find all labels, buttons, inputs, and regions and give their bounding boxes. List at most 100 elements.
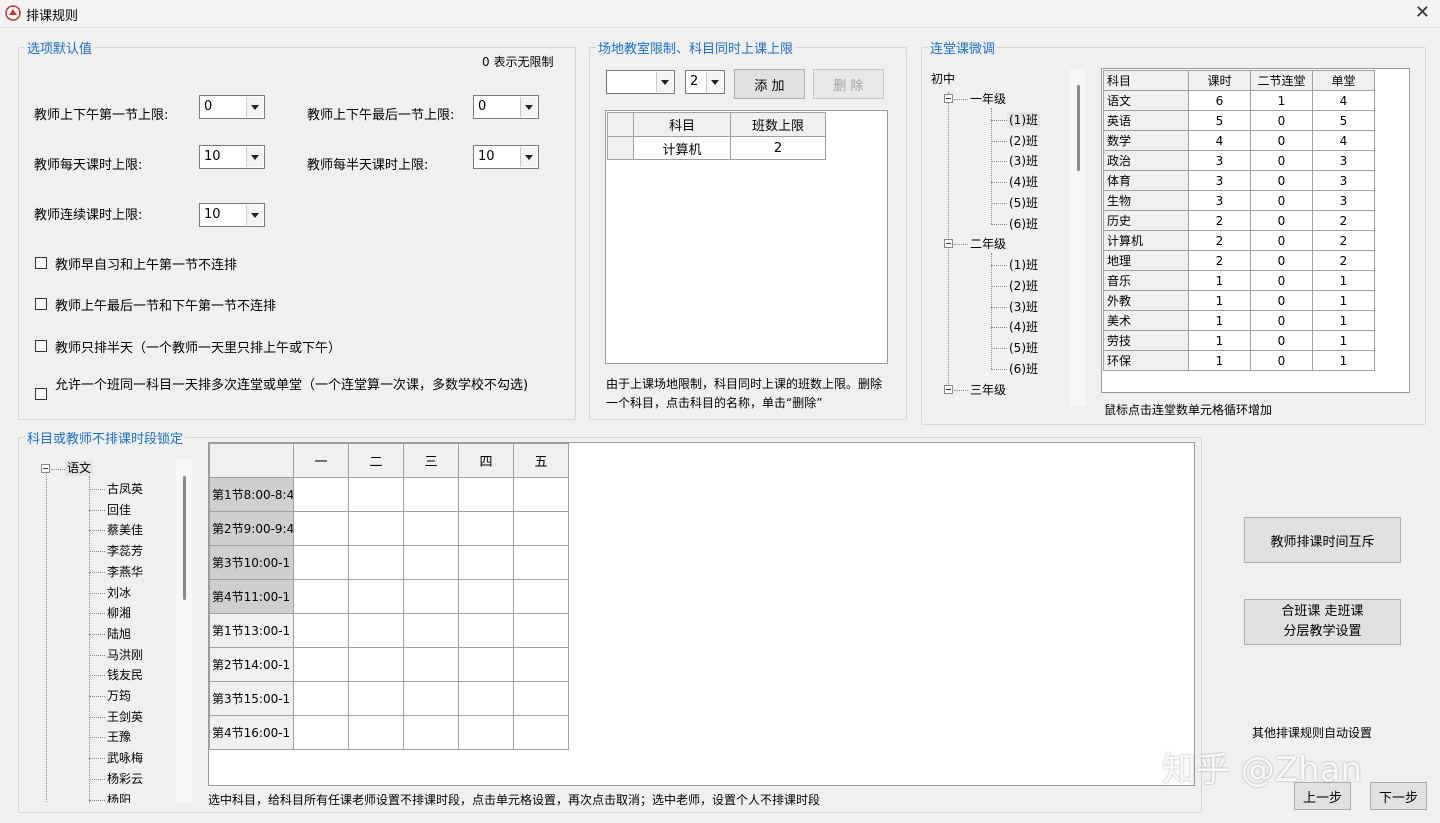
timetable-cell[interactable] [348, 647, 404, 682]
tree-teacher[interactable]: 蔡美佳 [105, 522, 145, 538]
timetable-cell[interactable] [403, 511, 459, 546]
period-header[interactable]: 第1节8:00-8:4 [209, 477, 294, 512]
timetable-cell[interactable] [458, 545, 514, 580]
last-period-limit-combo[interactable]: 0 [473, 95, 539, 119]
tree-grade-2[interactable]: 二年级 [968, 236, 1008, 252]
chevron-down-icon[interactable] [246, 97, 263, 117]
table-row[interactable]: 美术 1 0 1 [1103, 310, 1375, 331]
tree-class-2-4[interactable]: (4)班 [1007, 319, 1040, 335]
tree-teacher[interactable]: 王剑英 [105, 709, 145, 725]
tree-teacher[interactable]: 杨阳 [105, 792, 133, 804]
tree-root[interactable]: 初中 [929, 71, 957, 87]
table-row[interactable]: 数学 4 0 4 [1103, 130, 1375, 151]
tree-teacher[interactable]: 古凤英 [105, 481, 145, 497]
consec-cell-double[interactable]: 0 [1250, 150, 1313, 171]
scrollbar-thumb[interactable] [1077, 85, 1080, 171]
checkbox-half-day-only[interactable]: 教师只排半天（一个教师一天里只排上午或下午） [35, 337, 341, 356]
tree-class-2-6[interactable]: (6)班 [1007, 361, 1040, 377]
tree-teacher[interactable]: 柳湘 [105, 605, 133, 621]
table-row[interactable]: 计算机 2 0 2 [1103, 230, 1375, 251]
row-header[interactable] [607, 136, 634, 160]
venue-subject-combo[interactable] [606, 70, 675, 94]
consec-cell-double[interactable]: 0 [1250, 130, 1313, 151]
consec-cell-double[interactable]: 0 [1250, 330, 1313, 351]
tree-teacher[interactable]: 刘冰 [105, 585, 133, 601]
table-row[interactable]: 英语 5 0 5 [1103, 110, 1375, 131]
table-row[interactable]: 计算机 2 [607, 136, 826, 160]
timetable-cell[interactable] [348, 477, 404, 512]
collapse-icon[interactable] [944, 239, 953, 248]
consec-cell-double[interactable]: 0 [1250, 170, 1313, 191]
timetable-cell[interactable] [293, 511, 349, 546]
consec-cell-double[interactable]: 0 [1250, 270, 1313, 291]
checkbox[interactable] [35, 388, 47, 400]
period-header[interactable]: 第2节9:00-9:4 [209, 511, 294, 546]
tree-subject[interactable]: 语文 [65, 460, 94, 476]
tree-teacher[interactable]: 陆旭 [105, 626, 133, 642]
period-header[interactable]: 第4节11:00-1 [209, 579, 294, 614]
table-row[interactable]: 历史 2 0 2 [1103, 210, 1375, 231]
timetable-cell[interactable] [403, 681, 459, 716]
timetable-cell[interactable] [348, 613, 404, 648]
timetable-cell[interactable] [513, 579, 569, 614]
timetable-cell[interactable] [403, 647, 459, 682]
daily-limit-combo[interactable]: 10 [199, 145, 265, 169]
tree-class-1-1[interactable]: (1)班 [1007, 112, 1040, 128]
timetable-cell[interactable] [513, 715, 569, 750]
timetable-cell[interactable] [513, 613, 569, 648]
table-row[interactable]: 体育 3 0 3 [1103, 170, 1375, 191]
tree-class-1-6[interactable]: (6)班 [1007, 216, 1040, 232]
consecutive-limit-combo[interactable]: 10 [199, 203, 265, 227]
consec-cell-double[interactable]: 0 [1250, 310, 1313, 331]
timetable-cell[interactable] [403, 613, 459, 648]
teacher-mutual-exclusion-button[interactable]: 教师排课时间互斥 [1244, 517, 1401, 563]
checkbox-no-consec-noon[interactable]: 教师上午最后一节和下午第一节不连排 [35, 295, 276, 314]
tree-teacher[interactable]: 钱友民 [105, 667, 145, 683]
class-tree[interactable]: 初中 一年级 (1)班 (2)班 (3)班 (4)班 (5)班 (6)班 二年级… [928, 68, 1088, 406]
scrollbar-thumb[interactable] [183, 476, 186, 600]
next-step-button[interactable]: 下一步 [1370, 782, 1427, 810]
chevron-down-icon[interactable] [246, 205, 263, 225]
table-row[interactable]: 音乐 1 0 1 [1103, 270, 1375, 291]
consec-cell-double[interactable]: 0 [1250, 250, 1313, 271]
timetable-cell[interactable] [293, 613, 349, 648]
chevron-down-icon[interactable] [656, 72, 673, 92]
tree-grade-1[interactable]: 一年级 [968, 91, 1008, 107]
checkbox[interactable] [35, 257, 47, 269]
timetable-cell[interactable] [403, 579, 459, 614]
first-period-limit-combo[interactable]: 0 [199, 95, 265, 119]
consec-cell-double[interactable]: 0 [1250, 230, 1313, 251]
timetable-cell[interactable] [458, 579, 514, 614]
timetable-cell[interactable] [513, 681, 569, 716]
collapse-icon[interactable] [944, 385, 953, 394]
period-header[interactable]: 第2节14:00-1 [209, 647, 294, 682]
table-row[interactable]: 外教 1 0 1 [1103, 290, 1375, 311]
timetable-cell[interactable] [348, 715, 404, 750]
timetable-cell[interactable] [348, 511, 404, 546]
checkbox-no-consec-morning[interactable]: 教师早自习和上午第一节不连排 [35, 254, 237, 273]
timetable-cell[interactable] [458, 477, 514, 512]
table-row[interactable]: 生物 3 0 3 [1103, 190, 1375, 211]
consec-cell-double[interactable]: 0 [1250, 210, 1313, 231]
timetable-cell[interactable] [458, 681, 514, 716]
collapse-icon[interactable] [41, 464, 50, 473]
timetable-cell[interactable] [348, 545, 404, 580]
tree-teacher[interactable]: 杨彩云 [105, 771, 145, 787]
consec-cell-double[interactable]: 0 [1250, 350, 1313, 371]
timetable-cell[interactable] [513, 545, 569, 580]
consec-cell-double[interactable]: 0 [1250, 190, 1313, 211]
checkbox-allow-multi[interactable]: 允许一个班同一科目一天排多次连堂或单堂（一个连堂算一次课，多数学校不勾选) [35, 376, 555, 400]
timetable-cell[interactable] [458, 647, 514, 682]
tree-teacher[interactable]: 回佳 [105, 502, 133, 518]
tree-class-2-1[interactable]: (1)班 [1007, 257, 1040, 273]
timetable-cell[interactable] [458, 613, 514, 648]
tree-class-2-3[interactable]: (3)班 [1007, 299, 1040, 315]
tree-teacher[interactable]: 李蕊芳 [105, 543, 145, 559]
period-header[interactable]: 第3节10:00-1 [209, 545, 294, 580]
tree-teacher[interactable]: 李燕华 [105, 564, 145, 580]
add-button[interactable]: 添 加 [734, 69, 805, 99]
timetable-cell[interactable] [403, 715, 459, 750]
consec-cell-double[interactable]: 0 [1250, 110, 1313, 131]
timetable-cell[interactable] [293, 477, 349, 512]
chevron-down-icon[interactable] [520, 97, 537, 117]
